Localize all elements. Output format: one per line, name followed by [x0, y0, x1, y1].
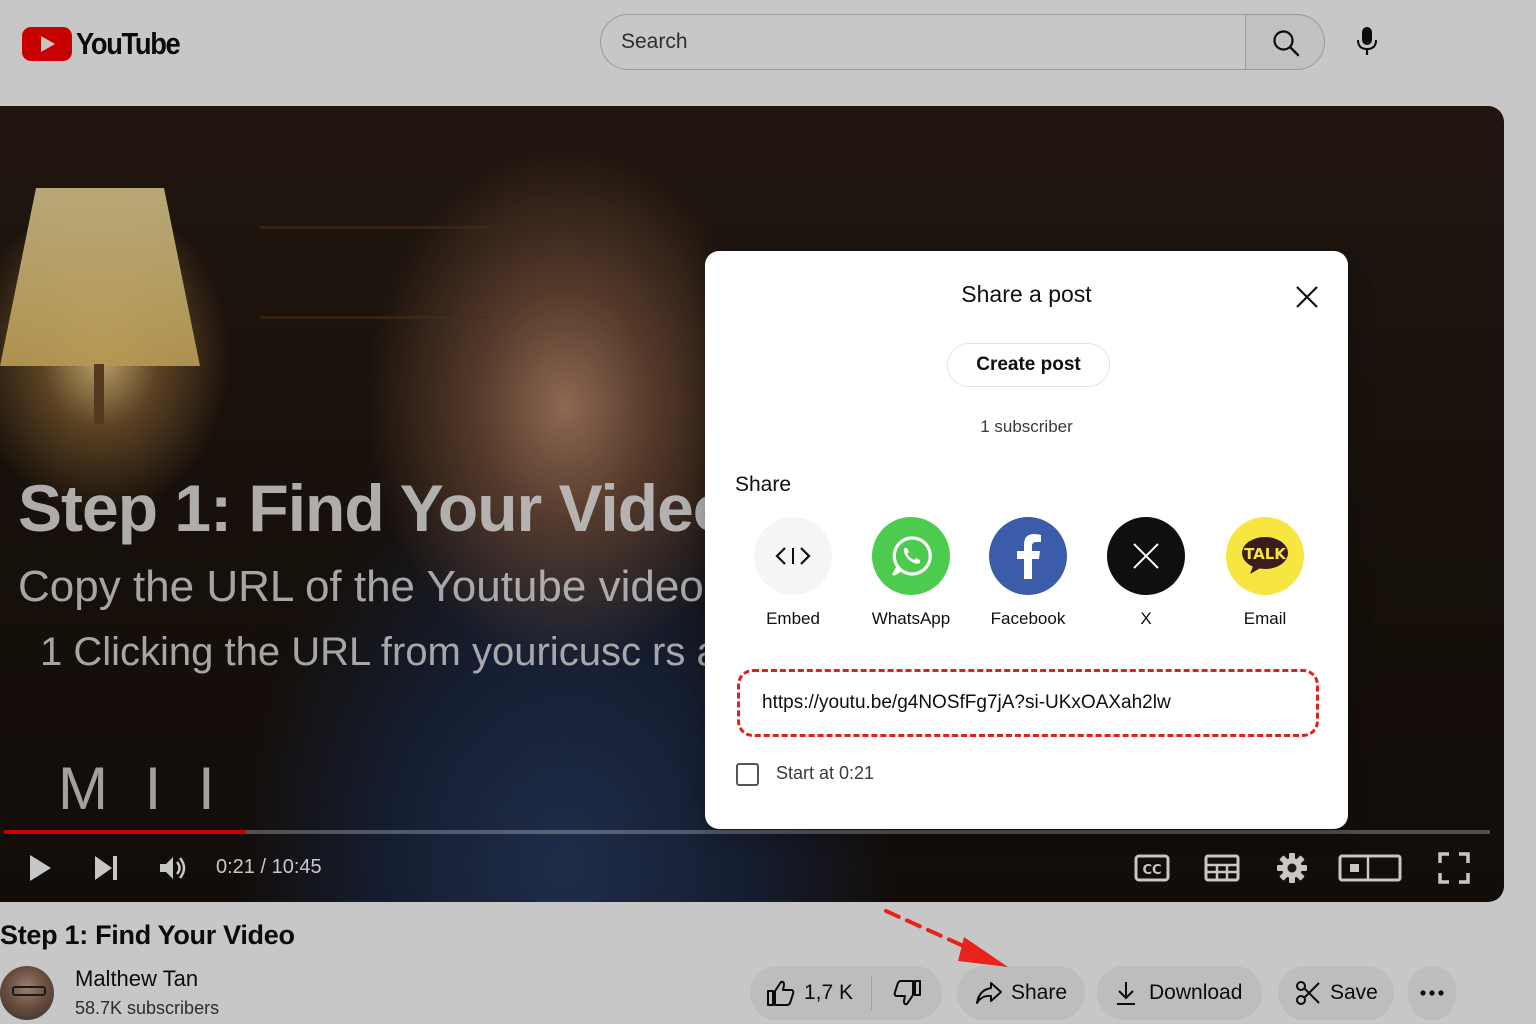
kakaotalk-badge-text: TALK — [1244, 545, 1287, 563]
share-embed-label: Embed — [766, 609, 820, 628]
annotation-arrow-icon — [884, 909, 1008, 967]
embed-code-icon — [775, 547, 811, 565]
share-facebook-label: Facebook — [990, 609, 1066, 628]
facebook-icon — [1017, 534, 1041, 579]
start-at-checkbox[interactable] — [736, 763, 759, 786]
close-button[interactable] — [1291, 281, 1323, 313]
share-whatsapp-label: WhatsApp — [871, 609, 951, 628]
close-icon — [1296, 286, 1318, 308]
x-circle — [1107, 517, 1185, 595]
x-logo-icon — [1133, 543, 1159, 569]
share-x-label: X — [1140, 609, 1152, 628]
create-post-button[interactable]: Create post — [947, 343, 1110, 387]
share-heading: Share — [735, 473, 792, 496]
email-circle: TALK — [1226, 517, 1304, 595]
embed-circle — [754, 517, 832, 595]
subscriber-count: 1 subscriber — [980, 417, 1073, 436]
kakaotalk-icon: TALK — [1242, 537, 1288, 574]
whatsapp-circle — [872, 517, 950, 595]
share-email[interactable]: TALK Email — [1215, 517, 1315, 629]
share-url-text: https://youtu.be/g4NOSfFg7jA?si-UKxOAXah… — [762, 692, 1171, 713]
share-facebook[interactable]: Facebook — [978, 517, 1078, 629]
share-email-label: Email — [1243, 609, 1287, 628]
facebook-circle — [989, 517, 1067, 595]
dialog-title: Share a post — [961, 281, 1092, 307]
share-url-field[interactable]: https://youtu.be/g4NOSfFg7jA?si-UKxOAXah… — [737, 669, 1319, 737]
share-dialog: Share a post Create post 1 subscriber Sh… — [705, 251, 1348, 829]
share-embed[interactable]: Embed — [743, 517, 843, 629]
start-at-label: Start at 0:21 — [776, 763, 875, 783]
share-whatsapp[interactable]: WhatsApp — [861, 517, 961, 629]
whatsapp-icon — [892, 536, 932, 576]
share-x[interactable]: X — [1096, 517, 1196, 629]
